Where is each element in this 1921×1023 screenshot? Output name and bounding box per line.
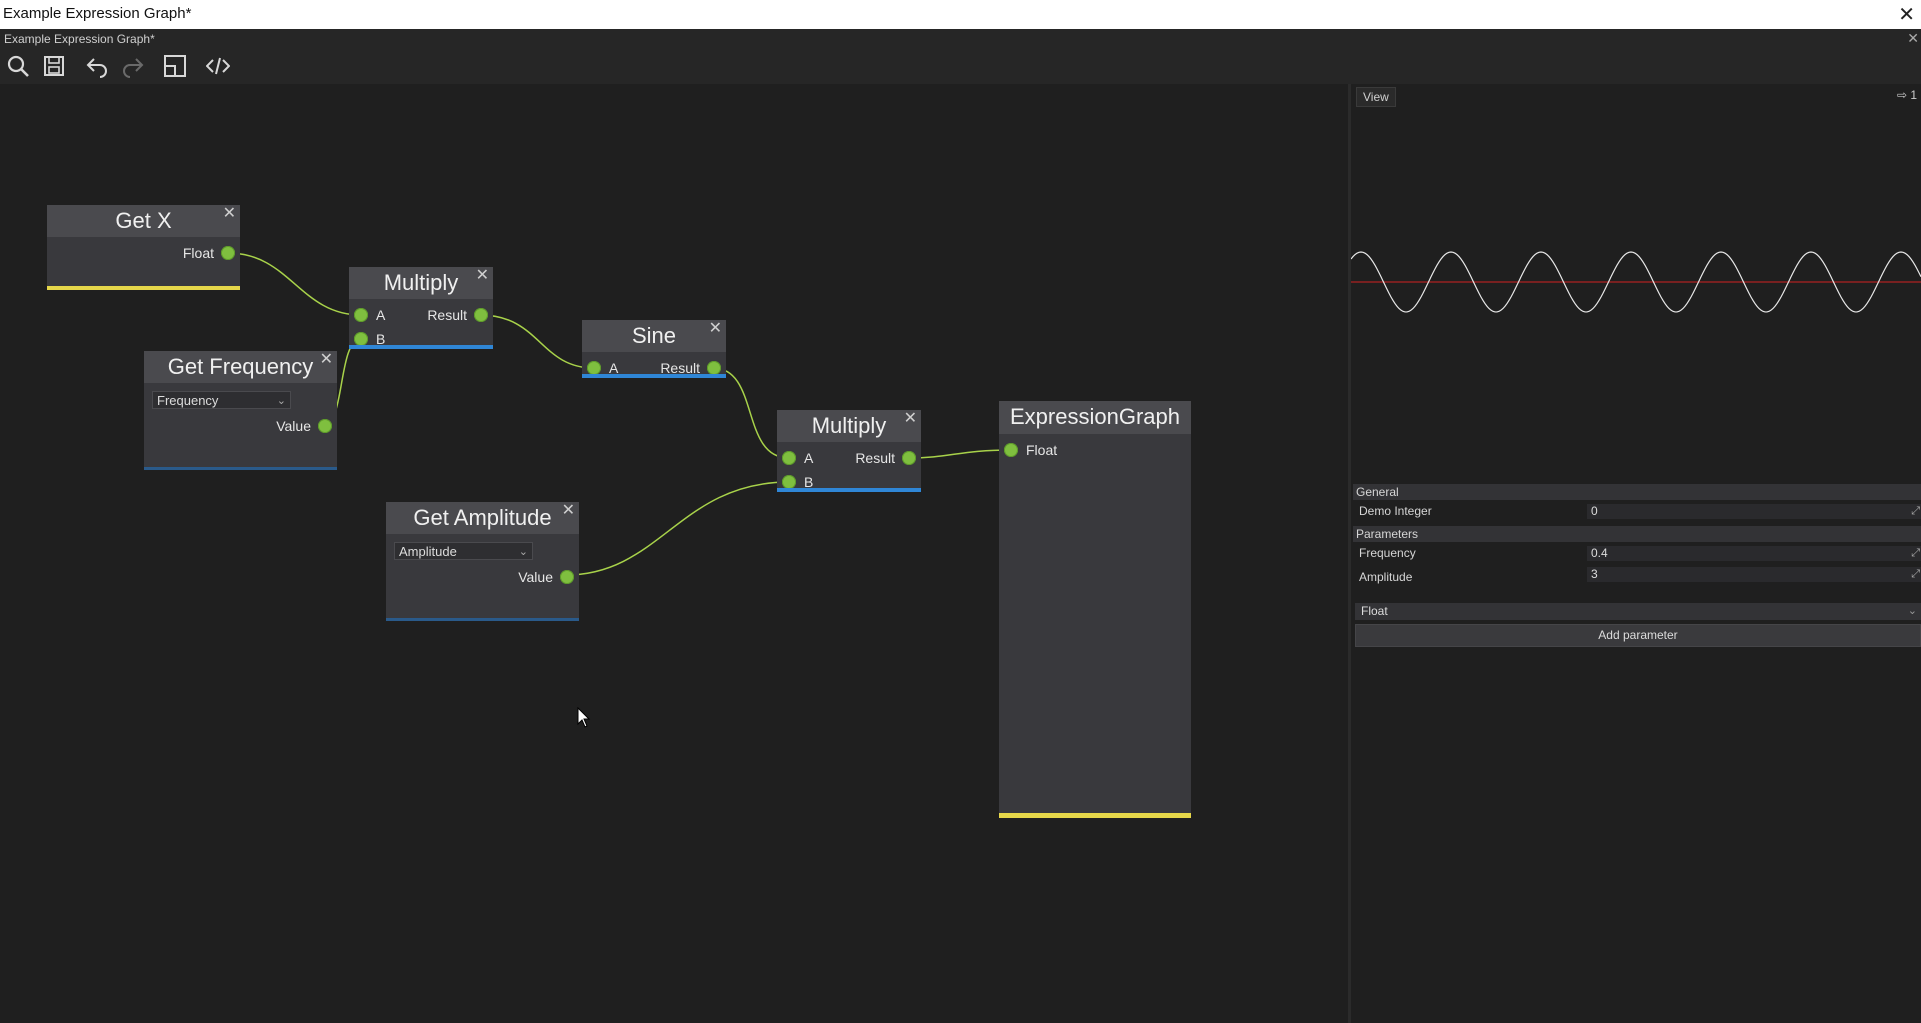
node-expression-graph[interactable]: ExpressionGraph Float — [999, 401, 1191, 818]
chevron-down-icon: ⌄ — [1907, 605, 1917, 617]
parameter-type-select[interactable]: Float ⌄ — [1355, 603, 1921, 620]
node-multiply-1[interactable]: Multiply ✕ A B Result — [349, 267, 493, 349]
editor-title-bar: Example Expression Graph* ✕ — [0, 29, 1921, 48]
demo-integer-label: Demo Integer — [1359, 504, 1432, 518]
input-label-a: A — [804, 450, 814, 466]
frequency-field[interactable]: 0.4 ⤢ — [1587, 546, 1921, 561]
close-icon[interactable]: ✕ — [1898, 2, 1915, 27]
graph-canvas[interactable]: Get X ✕ Float Multiply ✕ A B Result Get … — [0, 84, 1348, 1023]
close-node-icon[interactable]: ✕ — [223, 203, 236, 223]
type-bar — [47, 286, 240, 290]
save-icon[interactable] — [41, 53, 67, 79]
section-parameters[interactable]: Parameters — [1353, 526, 1921, 542]
chevron-down-icon: ⌄ — [276, 395, 286, 407]
output-label: Result — [855, 450, 895, 466]
amplitude-field[interactable]: 3 ⤢ — [1587, 567, 1921, 582]
node-title: Get Frequency — [144, 351, 337, 383]
node-title: Sine — [582, 320, 726, 352]
dropdown-value: Frequency — [157, 393, 219, 408]
node-get-x[interactable]: Get X ✕ Float — [47, 205, 240, 290]
add-parameter-button[interactable]: Add parameter — [1355, 624, 1921, 647]
input-pin-a[interactable] — [587, 361, 601, 375]
close-node-icon[interactable]: ✕ — [709, 318, 722, 338]
demo-integer-value: 0 — [1591, 504, 1598, 518]
wire-multiply1-to-sine — [479, 314, 595, 369]
node-get-amplitude[interactable]: Get Amplitude ✕ Amplitude ⌄ Value — [386, 502, 579, 621]
output-pin[interactable] — [902, 451, 916, 465]
node-sine[interactable]: Sine ✕ A Result — [582, 320, 726, 378]
output-pin[interactable] — [318, 419, 332, 433]
close-node-icon[interactable]: ✕ — [320, 349, 333, 369]
amplitude-label: Amplitude — [1359, 570, 1413, 584]
input-pin-b[interactable] — [354, 332, 368, 346]
frequency-value: 0.4 — [1591, 546, 1608, 560]
demo-integer-field[interactable]: 0 ⤢ — [1587, 504, 1921, 519]
node-multiply-2[interactable]: Multiply ✕ A B Result — [777, 410, 921, 492]
expand-icon[interactable]: ⤢ — [1911, 546, 1920, 561]
waveform-preview — [1351, 251, 1921, 313]
output-pin[interactable] — [560, 570, 574, 584]
amplitude-value: 3 — [1591, 567, 1598, 581]
type-bar — [349, 345, 493, 349]
input-label-float: Float — [1026, 442, 1058, 458]
node-title: Multiply — [349, 267, 493, 299]
input-pin-a[interactable] — [354, 308, 368, 322]
redo-icon[interactable] — [120, 53, 146, 79]
properties-panel: View ⇨ 1 General Demo Integer 0 ⤢ Parame… — [1351, 84, 1921, 1023]
preview-area: View ⇨ 1 — [1351, 84, 1921, 482]
output-pin[interactable] — [474, 308, 488, 322]
wire-getx-to-multiply1 — [227, 252, 362, 316]
output-label: Result — [427, 307, 467, 323]
node-title: Get Amplitude — [386, 502, 579, 534]
expand-icon[interactable]: ⤢ — [1911, 567, 1920, 582]
close-node-icon[interactable]: ✕ — [904, 408, 917, 428]
close-node-icon[interactable]: ✕ — [562, 500, 575, 520]
frequency-label: Frequency — [1359, 546, 1416, 560]
chevron-down-icon: ⌄ — [518, 546, 528, 558]
input-label-a: A — [376, 307, 386, 323]
close-tab-icon[interactable]: ✕ — [1907, 30, 1919, 47]
type-bar — [999, 813, 1191, 818]
undo-icon[interactable] — [84, 53, 110, 79]
output-label: Float — [182, 245, 214, 261]
input-pin-a[interactable] — [782, 451, 796, 465]
output-pin[interactable] — [707, 361, 721, 375]
resize-icon[interactable] — [162, 53, 188, 79]
os-title-bar: Example Expression Graph* ✕ — [0, 0, 1921, 29]
expand-icon[interactable]: ⤢ — [1911, 504, 1920, 519]
mouse-cursor — [577, 707, 591, 728]
type-bar — [144, 467, 337, 470]
output-pin[interactable] — [221, 246, 235, 260]
type-bar — [582, 374, 726, 378]
section-general[interactable]: General — [1353, 484, 1921, 500]
parameter-dropdown[interactable]: Amplitude ⌄ — [394, 542, 533, 560]
input-pin-float[interactable] — [1004, 443, 1018, 457]
parameter-type-value: Float — [1361, 604, 1388, 618]
editor-title: Example Expression Graph* — [4, 32, 155, 46]
search-icon[interactable] — [5, 53, 31, 79]
os-window-title: Example Expression Graph* — [3, 5, 192, 22]
toolbar — [0, 48, 1921, 84]
dropdown-value: Amplitude — [399, 544, 457, 559]
node-get-frequency[interactable]: Get Frequency ✕ Frequency ⌄ Value — [144, 351, 337, 470]
node-title: ExpressionGraph — [999, 401, 1191, 434]
code-icon[interactable] — [205, 53, 231, 79]
close-node-icon[interactable]: ✕ — [476, 265, 489, 285]
output-label: Value — [518, 569, 553, 585]
node-title: Get X — [47, 205, 240, 237]
type-bar — [777, 488, 921, 492]
wire-multiply2-to-output — [907, 449, 1012, 459]
type-bar — [386, 618, 579, 621]
node-title: Multiply — [777, 410, 921, 442]
parameter-dropdown[interactable]: Frequency ⌄ — [152, 391, 291, 409]
wire-amplitude-to-multiply2 — [565, 481, 790, 576]
input-pin-b[interactable] — [782, 475, 796, 489]
output-label: Value — [276, 418, 311, 434]
